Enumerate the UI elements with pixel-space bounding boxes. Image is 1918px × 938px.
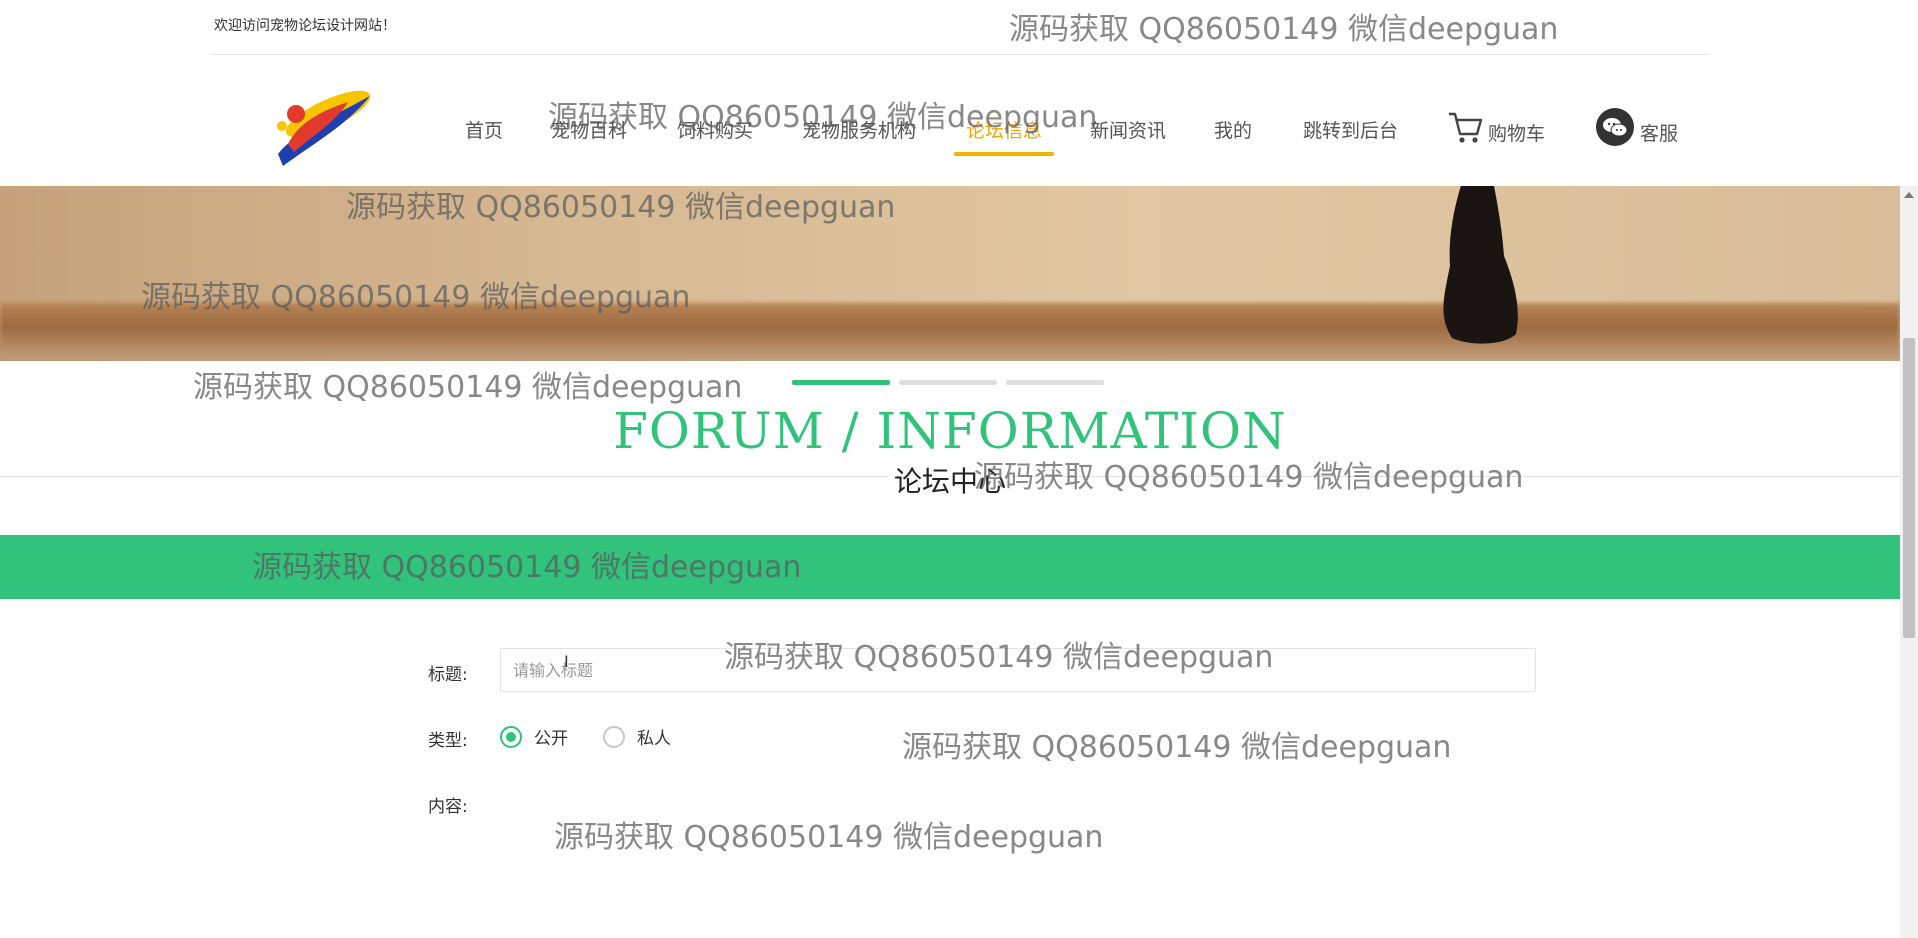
cart-label: 购物车 [1488,123,1546,145]
section-title-cn: 论坛中心 [888,460,1013,500]
type-radio-public[interactable]: 公开 [500,724,568,749]
section-green-bar [0,535,1900,599]
watermark-text: 源码获取 QQ86050149 微信deepguan [193,370,743,405]
top-bar: 欢迎访问宠物论坛设计网站！ [0,0,1900,56]
wechat-icon [1596,108,1634,146]
customer-service-button[interactable]: 客服 [1596,108,1678,146]
scrollbar-thumb[interactable] [1903,338,1915,638]
title-input[interactable] [500,648,1536,692]
watermark-text: 源码获取 QQ86050149 微信deepguan [554,820,1104,855]
radio-checked-icon [500,725,522,748]
cart-icon [1449,112,1483,143]
section-title-en: FORUM / INFORMATION [613,402,1287,460]
nav-pet-encyclopedia[interactable]: 宠物百科 [551,116,627,156]
nav-admin[interactable]: 跳转到后台 [1303,116,1398,156]
nav-news[interactable]: 新闻资讯 [1090,116,1166,156]
type-radio-private[interactable]: 私人 [603,724,671,749]
service-label: 客服 [1640,123,1679,145]
nav-mine[interactable]: 我的 [1214,116,1252,156]
carousel-dot-3[interactable] [1006,380,1104,385]
cat-silhouette [1443,186,1518,344]
scroll-up-arrow-icon[interactable] [1904,192,1914,198]
text-cursor-icon: I [564,652,569,671]
carousel-indicators [792,380,1104,385]
carousel-dot-2[interactable] [899,380,997,385]
nav-forum[interactable]: 论坛信息 [953,116,1055,156]
cart-button[interactable]: 购物车 [1446,108,1545,146]
top-divider [210,54,1710,55]
nav-pet-service[interactable]: 宠物服务机构 [802,116,916,156]
banner-floor [0,303,1900,361]
type-public-label: 公开 [534,729,568,749]
type-label: 类型: [428,731,468,751]
nav-home[interactable]: 首页 [465,116,503,156]
nav-feed-purchase[interactable]: 饲料购买 [677,116,753,156]
title-label: 标题: [428,665,468,685]
radio-unchecked-icon [603,725,625,748]
welcome-text: 欢迎访问宠物论坛设计网站！ [214,18,396,34]
type-private-label: 私人 [637,729,671,749]
header: 首页 宠物百科 饲料购买 宠物服务机构 论坛信息 新闻资讯 我的 跳转到后台 购… [0,56,1900,186]
page-scrollbar[interactable] [1900,186,1918,938]
watermark-text: 源码获取 QQ86050149 微信deepguan [902,730,1452,765]
carousel-dot-1[interactable] [792,380,890,385]
content-label: 内容: [428,797,468,817]
site-logo[interactable] [258,74,376,170]
logo-icon [277,90,371,166]
banner-image [0,186,1900,361]
